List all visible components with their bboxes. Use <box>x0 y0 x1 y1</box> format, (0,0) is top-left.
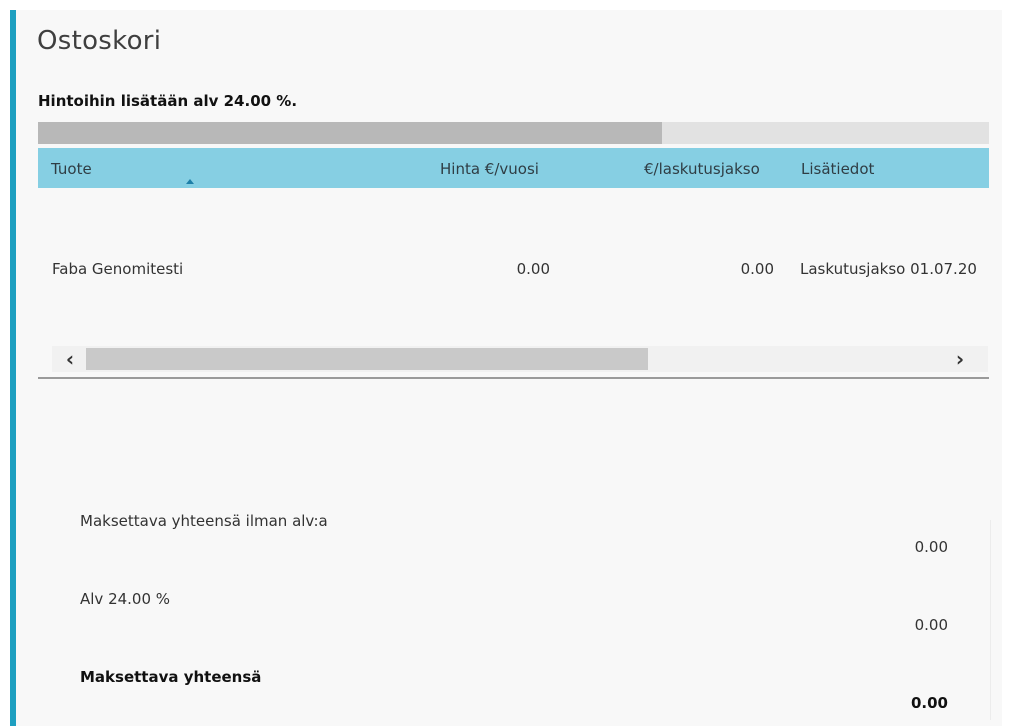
vat-value: 0.00 <box>914 616 948 634</box>
info-cell: Laskutusjakso 01.07.20 <box>800 255 989 285</box>
horizontal-scrollbar-thumb[interactable] <box>86 348 648 370</box>
sort-ascending-icon[interactable] <box>186 179 194 184</box>
price-period-cell: 0.00 <box>740 260 774 278</box>
product-name-cell: Faba Genomitesti <box>52 260 184 278</box>
price-year-cell: 0.00 <box>516 260 550 278</box>
chevron-left-icon[interactable]: ‹ <box>58 346 82 372</box>
chevron-right-icon[interactable]: › <box>948 346 972 372</box>
column-header-product[interactable]: Tuote <box>51 160 92 178</box>
panel-accent-bar <box>10 10 16 726</box>
summary-divider <box>990 520 991 720</box>
total-value: 0.00 <box>910 694 948 712</box>
info-cell-text: Laskutusjakso 01.07.20 <box>800 260 977 278</box>
top-scrollbar-thumb[interactable] <box>38 122 662 144</box>
total-label: Maksettava yhteensä <box>80 668 262 686</box>
vat-note: Hintoihin lisätään alv 24.00 %. <box>38 92 298 110</box>
vat-label: Alv 24.00 % <box>80 590 171 608</box>
table-bottom-divider <box>38 377 989 379</box>
column-header-price-year[interactable]: Hinta €/vuosi <box>440 160 539 178</box>
shopping-cart-page: Ostoskori Hintoihin lisätään alv 24.00 %… <box>0 0 1010 726</box>
subtotal-value: 0.00 <box>914 538 948 556</box>
column-header-info[interactable]: Lisätiedot <box>801 160 874 178</box>
page-title: Ostoskori <box>37 26 162 56</box>
subtotal-label: Maksettava yhteensä ilman alv:a <box>80 512 328 530</box>
column-header-price-period[interactable]: €/laskutusjakso <box>644 160 760 178</box>
